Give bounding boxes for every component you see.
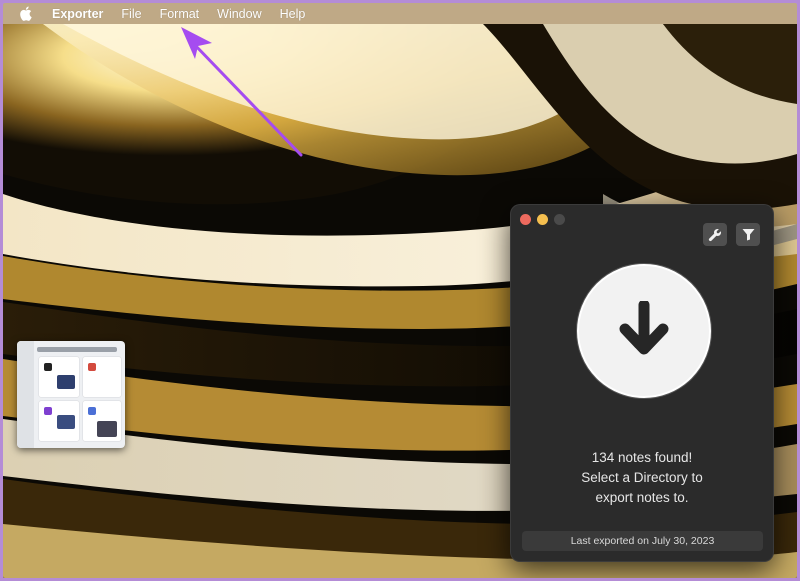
exporter-window: 134 notes found! Select a Directory to e… (510, 204, 774, 562)
status-message: 134 notes found! Select a Directory to e… (510, 448, 774, 508)
status-line-count: 134 notes found! (591, 450, 693, 465)
window-close-button[interactable] (520, 214, 531, 225)
menu-format[interactable]: Format (151, 7, 209, 21)
menu-window[interactable]: Window (208, 7, 270, 21)
settings-button[interactable] (703, 223, 727, 246)
desktop-screen: Exporter File Format Window Help 134 not… (3, 3, 797, 578)
apple-icon[interactable] (11, 6, 39, 21)
wrench-icon (708, 228, 722, 241)
status-line-export: export notes to. (595, 490, 689, 505)
export-button[interactable] (577, 264, 711, 398)
menu-file[interactable]: File (112, 7, 150, 21)
screenshot-thumbnail[interactable] (17, 341, 125, 448)
arrow-down-icon (619, 301, 669, 355)
menu-app-exporter[interactable]: Exporter (43, 7, 112, 21)
last-exported-label: Last exported on July 30, 2023 (522, 531, 763, 551)
status-line-select: Select a Directory to (581, 470, 703, 485)
window-minimize-button[interactable] (537, 214, 548, 225)
filter-icon (742, 229, 754, 241)
window-zoom-button[interactable] (554, 214, 565, 225)
filter-button[interactable] (736, 223, 760, 246)
menu-help[interactable]: Help (271, 7, 315, 21)
menu-bar: Exporter File Format Window Help (3, 3, 797, 24)
